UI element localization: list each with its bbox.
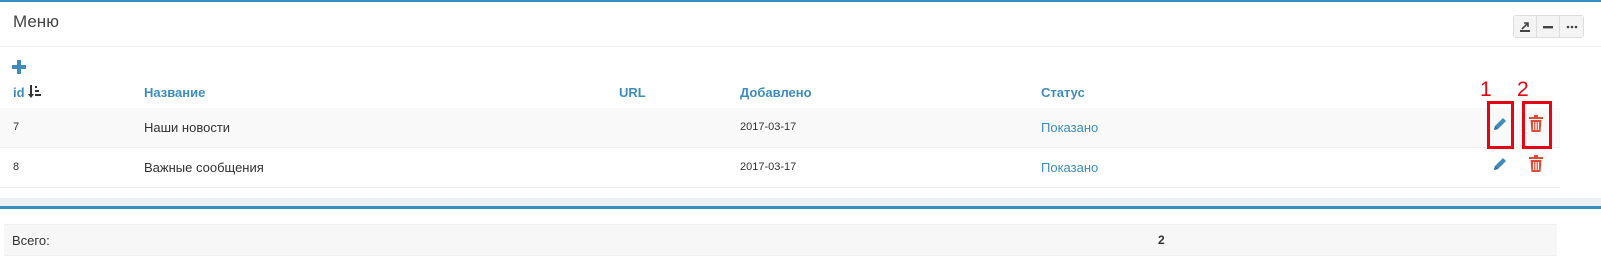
more-icon — [1566, 25, 1577, 28]
menu-panel: Меню id Название URL Добавлено Статус 7 … — [0, 0, 1601, 200]
trash-icon — [1529, 155, 1543, 172]
summary-panel: Всего: 2 — [0, 206, 1601, 265]
panel-separator — [0, 198, 1601, 206]
status-toggle[interactable]: Показано — [1041, 120, 1098, 135]
sort-desc-icon[interactable] — [28, 85, 41, 101]
cell-id: 7 — [13, 121, 20, 133]
cell-added: 2017-03-17 — [740, 161, 797, 173]
annotation-box-delete — [1522, 101, 1552, 149]
total-label: Всего: — [12, 233, 50, 248]
table-row: 7 Наши новости 2017-03-17 Показано — [0, 108, 1560, 148]
column-header-id[interactable]: id — [13, 85, 25, 100]
total-value: 2 — [1158, 233, 1165, 247]
collapse-button[interactable] — [1537, 16, 1560, 37]
column-header-added[interactable]: Добавлено — [740, 85, 812, 100]
export-icon — [1520, 21, 1530, 32]
plus-icon — [12, 60, 26, 74]
pencil-icon — [1494, 158, 1506, 170]
export-button[interactable] — [1514, 16, 1537, 37]
status-toggle[interactable]: Показано — [1041, 160, 1098, 175]
cell-name: Наши новости — [144, 120, 231, 135]
page-title: Меню — [13, 12, 59, 31]
panel-header: Меню — [0, 4, 1601, 47]
summary-row: Всего: 2 — [4, 224, 1557, 256]
annotation-box-edit — [1487, 101, 1514, 149]
column-header-url[interactable]: URL — [619, 85, 646, 100]
annotation-label-1: 1 — [1480, 78, 1492, 101]
table-row: 8 Важные сообщения 2017-03-17 Показано — [0, 148, 1560, 188]
cell-id: 8 — [13, 161, 20, 173]
cell-added: 2017-03-17 — [740, 121, 797, 133]
column-header-name[interactable]: Название — [144, 85, 205, 100]
more-button[interactable] — [1560, 16, 1583, 37]
panel-tools — [1513, 15, 1584, 38]
cell-name: Важные сообщения — [144, 160, 264, 175]
delete-button[interactable] — [1529, 155, 1543, 175]
edit-button[interactable] — [1492, 156, 1508, 175]
column-header-status[interactable]: Статус — [1041, 85, 1085, 100]
minus-icon — [1543, 25, 1553, 28]
add-button[interactable] — [11, 59, 27, 75]
table-header: id Название URL Добавлено Статус — [0, 82, 1560, 109]
annotation-label-2: 2 — [1517, 78, 1529, 101]
